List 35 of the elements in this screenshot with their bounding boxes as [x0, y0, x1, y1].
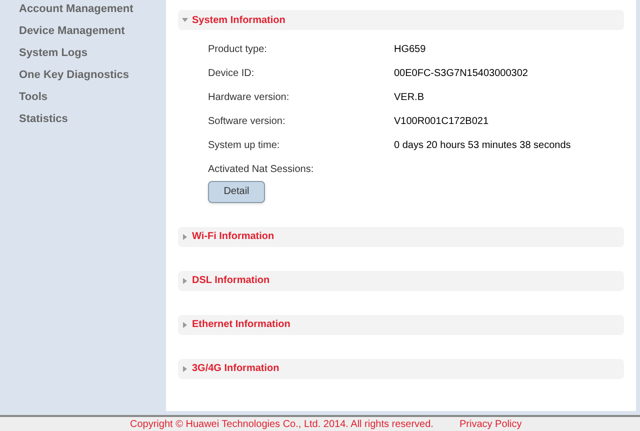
sidebar-item[interactable]: One Key Diagnostics — [19, 68, 166, 82]
field-label: Product type: — [208, 43, 268, 57]
detail-button[interactable]: Detail — [208, 180, 265, 202]
field-value: 00E0FC-S3G7N15403000302 — [394, 67, 528, 81]
section-title: 3G/4G Information — [192, 362, 280, 376]
copyright-text: Copyright © Huawei Technologies Co., Ltd. 2014. All rights reserved. — [130, 418, 434, 431]
field-value: 0 days 20 hours 53 minutes 38 seconds — [394, 139, 571, 153]
section-title: DSL Information — [192, 274, 270, 288]
field-value: VER.B — [394, 91, 424, 105]
field-label: Software version: — [208, 115, 286, 129]
field-value: HG659 — [394, 43, 426, 57]
caret-right-icon — [182, 366, 188, 372]
privacy-policy-link[interactable]: Privacy Policy — [459, 416, 522, 431]
sidebar-item[interactable]: Statistics — [19, 112, 166, 126]
caret-down-icon — [182, 17, 188, 23]
field-label: System up time: — [208, 139, 281, 153]
section-title: System Information — [192, 14, 286, 28]
caret-right-icon — [182, 322, 188, 328]
sidebar-item[interactable]: System Logs — [19, 46, 166, 60]
section-title: Wi-Fi Information — [192, 230, 274, 244]
sidebar-item[interactable]: Account Management — [19, 2, 166, 16]
field-label: Device ID: — [208, 67, 256, 81]
caret-right-icon — [182, 234, 188, 240]
section-title: Ethernet Information — [192, 318, 290, 332]
section-header[interactable]: System Information — [178, 10, 624, 30]
section-header[interactable]: DSL Information — [178, 270, 624, 290]
field-label: Hardware version: — [208, 91, 290, 105]
caret-right-icon — [182, 278, 188, 284]
section-header[interactable]: 3G/4G Information — [178, 358, 624, 378]
section-header[interactable]: Ethernet Information — [178, 314, 624, 334]
sidebar-item[interactable]: Tools — [19, 90, 166, 104]
section-header[interactable]: Wi-Fi Information — [178, 226, 624, 246]
field-value: V100R001C172B021 — [394, 115, 489, 129]
sidebar-item[interactable]: Device Management — [19, 24, 166, 38]
field-label: Activated Nat Sessions: — [208, 163, 315, 177]
